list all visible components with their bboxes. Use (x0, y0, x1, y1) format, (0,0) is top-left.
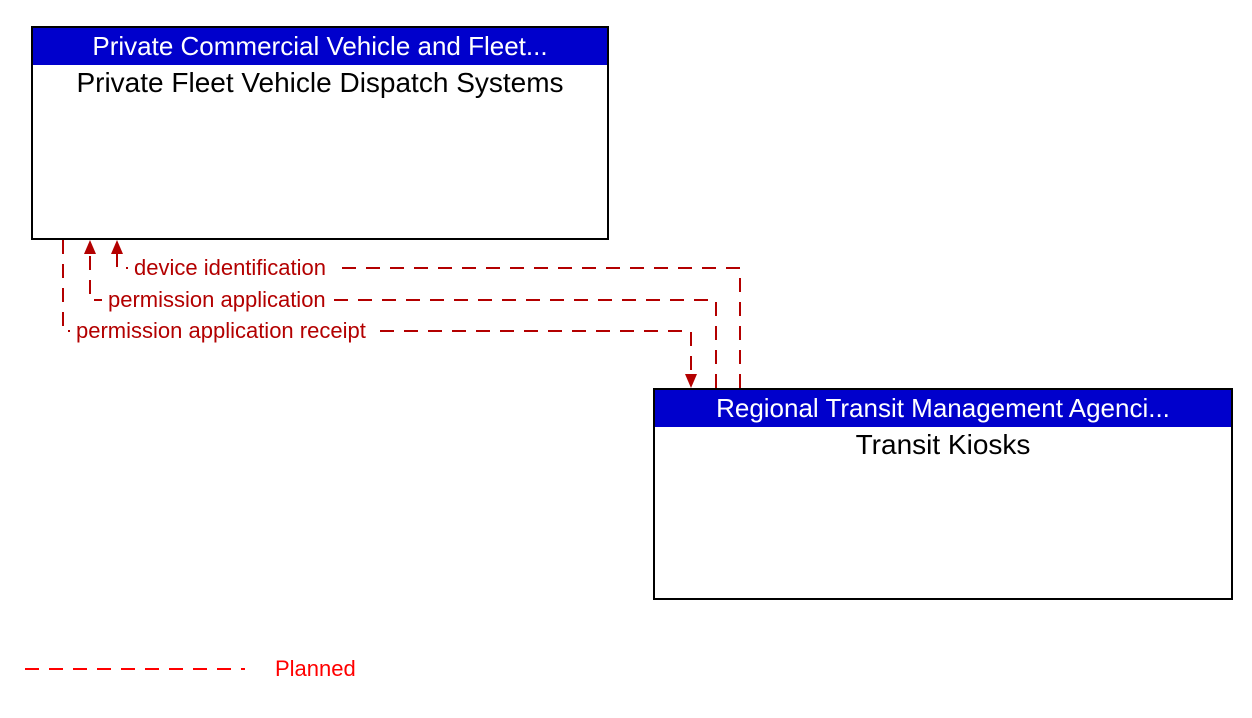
entity-box-top: Private Commercial Vehicle and Fleet... … (31, 26, 609, 240)
flow-permission-application-label: permission application (102, 287, 332, 313)
entity-box-bottom-body: Transit Kiosks (655, 427, 1231, 463)
entity-box-bottom-header: Regional Transit Management Agenci... (655, 390, 1231, 427)
flow-device-identification-label: device identification (128, 255, 332, 281)
legend-planned-label: Planned (275, 656, 356, 682)
entity-box-top-header: Private Commercial Vehicle and Fleet... (33, 28, 607, 65)
flow-permission-receipt-label: permission application receipt (70, 318, 372, 344)
entity-box-bottom: Regional Transit Management Agenci... Tr… (653, 388, 1233, 600)
flow-permission-receipt-arrow (685, 374, 697, 388)
flow-device-identification-arrow (111, 240, 123, 254)
flow-permission-application-arrow (84, 240, 96, 254)
entity-box-top-body: Private Fleet Vehicle Dispatch Systems (33, 65, 607, 101)
